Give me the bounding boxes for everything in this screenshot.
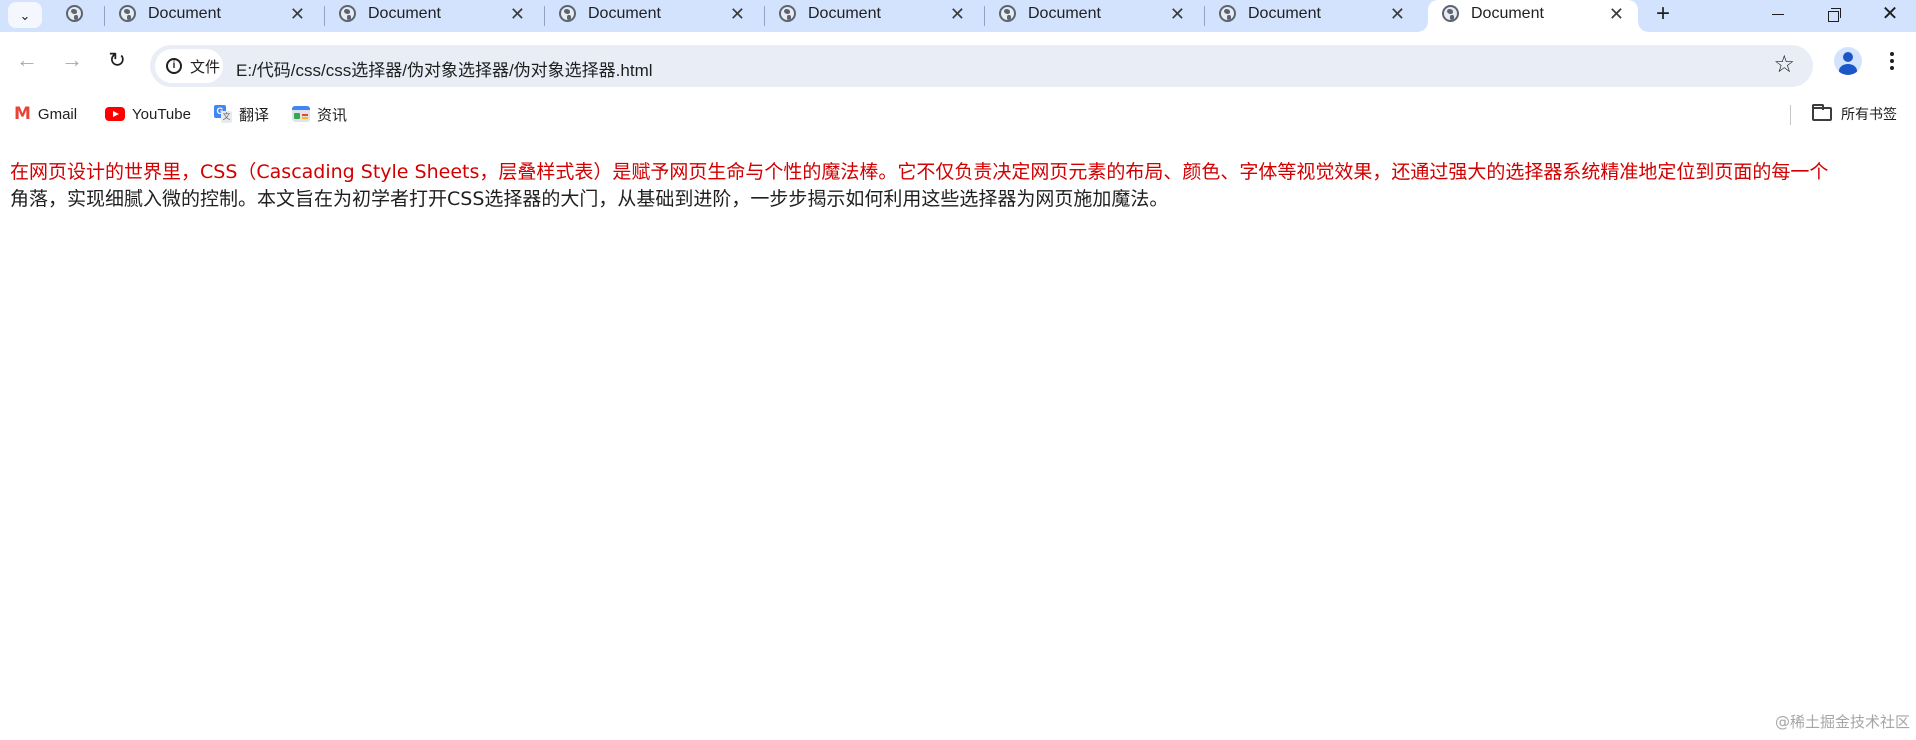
translate-icon (214, 105, 232, 123)
back-button[interactable]: ← (11, 44, 43, 76)
reload-icon: ↻ (108, 48, 126, 72)
globe-icon (559, 5, 576, 22)
tab-title: Document (1248, 5, 1321, 22)
close-icon[interactable]: ✕ (1609, 3, 1624, 25)
bookmark-label: 资讯 (317, 106, 348, 124)
forward-button[interactable]: → (56, 44, 88, 76)
globe-icon (779, 5, 796, 22)
close-icon[interactable]: ✕ (1170, 3, 1185, 25)
news-icon (292, 106, 310, 122)
paragraph-text: 角落，实现细腻入微的控制。本文旨在为初学者打开CSS选择器的大门，从基础到进阶，… (10, 188, 1169, 210)
minimize-button[interactable] (1754, 0, 1802, 28)
menu-dot (1890, 59, 1894, 63)
tab-document-5[interactable]: Document ✕ (985, 0, 1199, 32)
first-line-text: 在网页设计的世界里，CSS（Cascading Style Sheets，层叠样… (10, 161, 1829, 183)
close-icon[interactable]: ✕ (730, 3, 745, 25)
bookmark-label: Gmail (37, 105, 78, 123)
close-icon[interactable]: ✕ (510, 3, 525, 25)
folder-icon (1812, 104, 1832, 121)
tab-document-3[interactable]: Document ✕ (545, 0, 759, 32)
minimize-icon (1772, 13, 1784, 15)
globe-icon (1219, 5, 1236, 22)
close-icon[interactable]: ✕ (1390, 3, 1405, 25)
close-icon: ✕ (1881, 3, 1899, 25)
tab-document-6[interactable]: Document ✕ (1205, 0, 1419, 32)
info-icon: i (166, 58, 182, 74)
bookmark-label: YouTube (132, 105, 191, 123)
tab-document-1[interactable]: Document ✕ (105, 0, 319, 32)
bookmarks-bar: M Gmail YouTube 翻译 资讯 所有书签 (0, 100, 1916, 128)
globe-icon (1442, 5, 1459, 22)
tab-title: Document (1028, 5, 1101, 22)
browser-toolbar: ← → ↻ i 文件 E:/代码/css/css选择器/伪对象选择器/伪对象选择… (0, 32, 1916, 102)
close-icon[interactable]: ✕ (290, 3, 305, 25)
tab-title: Document (808, 5, 881, 22)
article-paragraph: 在网页设计的世界里，CSS（Cascading Style Sheets，层叠样… (10, 159, 1910, 213)
watermark: @稀土掘金技术社区 (1774, 713, 1910, 731)
site-info-chip[interactable]: i 文件 (155, 49, 223, 83)
close-icon[interactable]: ✕ (950, 3, 965, 25)
tab-title: Document (588, 5, 661, 22)
bookmark-gmail[interactable]: M Gmail (14, 102, 77, 126)
site-info-label: 文件 (190, 58, 221, 76)
globe-icon (339, 5, 356, 22)
menu-dot (1890, 66, 1894, 70)
reload-button[interactable]: ↻ (101, 44, 133, 76)
all-bookmarks-label: 所有书签 (1841, 106, 1897, 122)
bookmark-youtube[interactable]: YouTube (105, 102, 191, 126)
globe-icon (66, 5, 83, 22)
globe-icon (999, 5, 1016, 22)
arrow-left-icon: ← (16, 47, 38, 72)
youtube-icon (105, 107, 125, 121)
gmail-icon: M (14, 104, 31, 124)
bookmarks-divider (1790, 105, 1791, 125)
restore-button[interactable] (1810, 0, 1858, 28)
tab-document-active[interactable]: Document ✕ (1418, 0, 1648, 32)
bookmark-label: 翻译 (239, 106, 270, 124)
menu-dot (1890, 52, 1894, 56)
bookmark-news[interactable]: 资讯 (292, 102, 347, 126)
chevron-down-icon: ⌄ (19, 7, 31, 23)
tab-search-button[interactable]: ⌄ (8, 2, 42, 28)
tab-title: Document (368, 5, 441, 22)
new-tab-button[interactable]: + (1650, 0, 1676, 30)
tab-document-2[interactable]: Document ✕ (325, 0, 539, 32)
restore-icon (1828, 8, 1841, 22)
arrow-right-icon: → (61, 47, 83, 72)
bookmark-translate[interactable]: 翻译 (214, 102, 269, 126)
tab-strip: ⌄ Document ✕ Document ✕ Document ✕ Docum… (0, 0, 1916, 32)
tab-document-4[interactable]: Document ✕ (765, 0, 979, 32)
tab-title: Document (148, 5, 221, 22)
window-close-button[interactable]: ✕ (1866, 0, 1914, 28)
globe-icon (119, 5, 136, 22)
url-text[interactable]: E:/代码/css/css选择器/伪对象选择器/伪对象选择器.html (236, 56, 653, 81)
browser-menu-button[interactable] (1880, 46, 1904, 76)
bookmark-star-icon[interactable]: ☆ (1773, 52, 1795, 78)
all-bookmarks-button[interactable]: 所有书签 (1812, 102, 1897, 126)
address-bar[interactable]: i 文件 E:/代码/css/css选择器/伪对象选择器/伪对象选择器.html… (150, 45, 1813, 87)
profile-avatar[interactable] (1834, 47, 1862, 75)
tab-title: Document (1471, 5, 1544, 22)
